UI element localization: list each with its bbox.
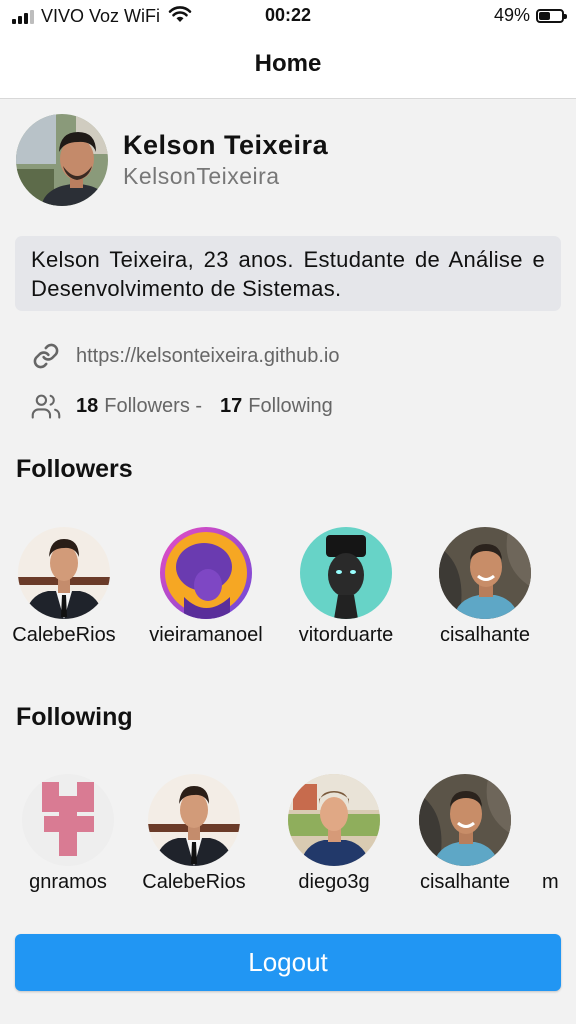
user-login: diego3g [298,871,370,893]
following-item[interactable]: gnramos [3,774,133,894]
user-avatar [160,527,252,619]
nav-header: Home [0,32,576,99]
battery-icon [536,8,567,23]
follow-stats-row: 18 Followers - 17 Following [30,392,333,420]
followers-count: 18 [76,394,99,417]
logout-button[interactable]: Logout [15,934,561,991]
followers-section-title: Followers [16,455,133,483]
following-item[interactable]: cisalhante [400,774,530,894]
profile-login: KelsonTeixeira [123,163,280,189]
user-login: CalebeRios [12,624,116,646]
user-login: CalebeRios [142,871,246,893]
link-icon [30,342,62,370]
battery-percent: 49% [493,5,530,25]
status-time: 00:22 [264,5,312,25]
follower-item[interactable]: cisalhante [420,527,550,647]
user-avatar [22,774,114,866]
page-title: Home [254,50,322,77]
user-avatar [18,527,110,619]
user-login: vitorduarte [298,624,394,646]
status-right: 49% [493,5,567,26]
follower-item[interactable]: vitorduarte [281,527,411,647]
user-avatar [439,527,531,619]
followers-label: Followers - [104,394,203,417]
following-item[interactable]: m [540,774,576,894]
user-login: gnramos [29,871,107,893]
bio-text: Kelson Teixeira, 23 anos. Estudante de A… [31,247,545,301]
profile-avatar [16,114,108,206]
following-count: 17 [220,394,243,417]
user-avatar [419,774,511,866]
user-login: cisalhante [419,871,511,893]
status-bar: VIVO Voz WiFi 00:22 49% [0,0,576,32]
user-avatar [288,774,380,866]
user-avatar [148,774,240,866]
blog-link[interactable]: https://kelsonteixeira.github.io [76,345,340,368]
following-item[interactable]: diego3g [269,774,399,894]
following-section-title: Following [16,703,133,731]
user-login: m [542,871,559,893]
blog-row[interactable]: https://kelsonteixeira.github.io [30,342,340,370]
follower-item[interactable]: CalebeRios [0,527,129,647]
following-label: Following [248,394,333,417]
users-icon [30,392,62,420]
user-avatar [300,527,392,619]
follower-item[interactable]: vieiramanoel [141,527,271,647]
user-login: cisalhante [439,624,531,646]
user-login: vieiramanoel [149,624,263,646]
profile-name: Kelson Teixeira [123,130,329,160]
following-item[interactable]: CalebeRios [129,774,259,894]
bio-box: Kelson Teixeira, 23 anos. Estudante de A… [15,236,561,311]
